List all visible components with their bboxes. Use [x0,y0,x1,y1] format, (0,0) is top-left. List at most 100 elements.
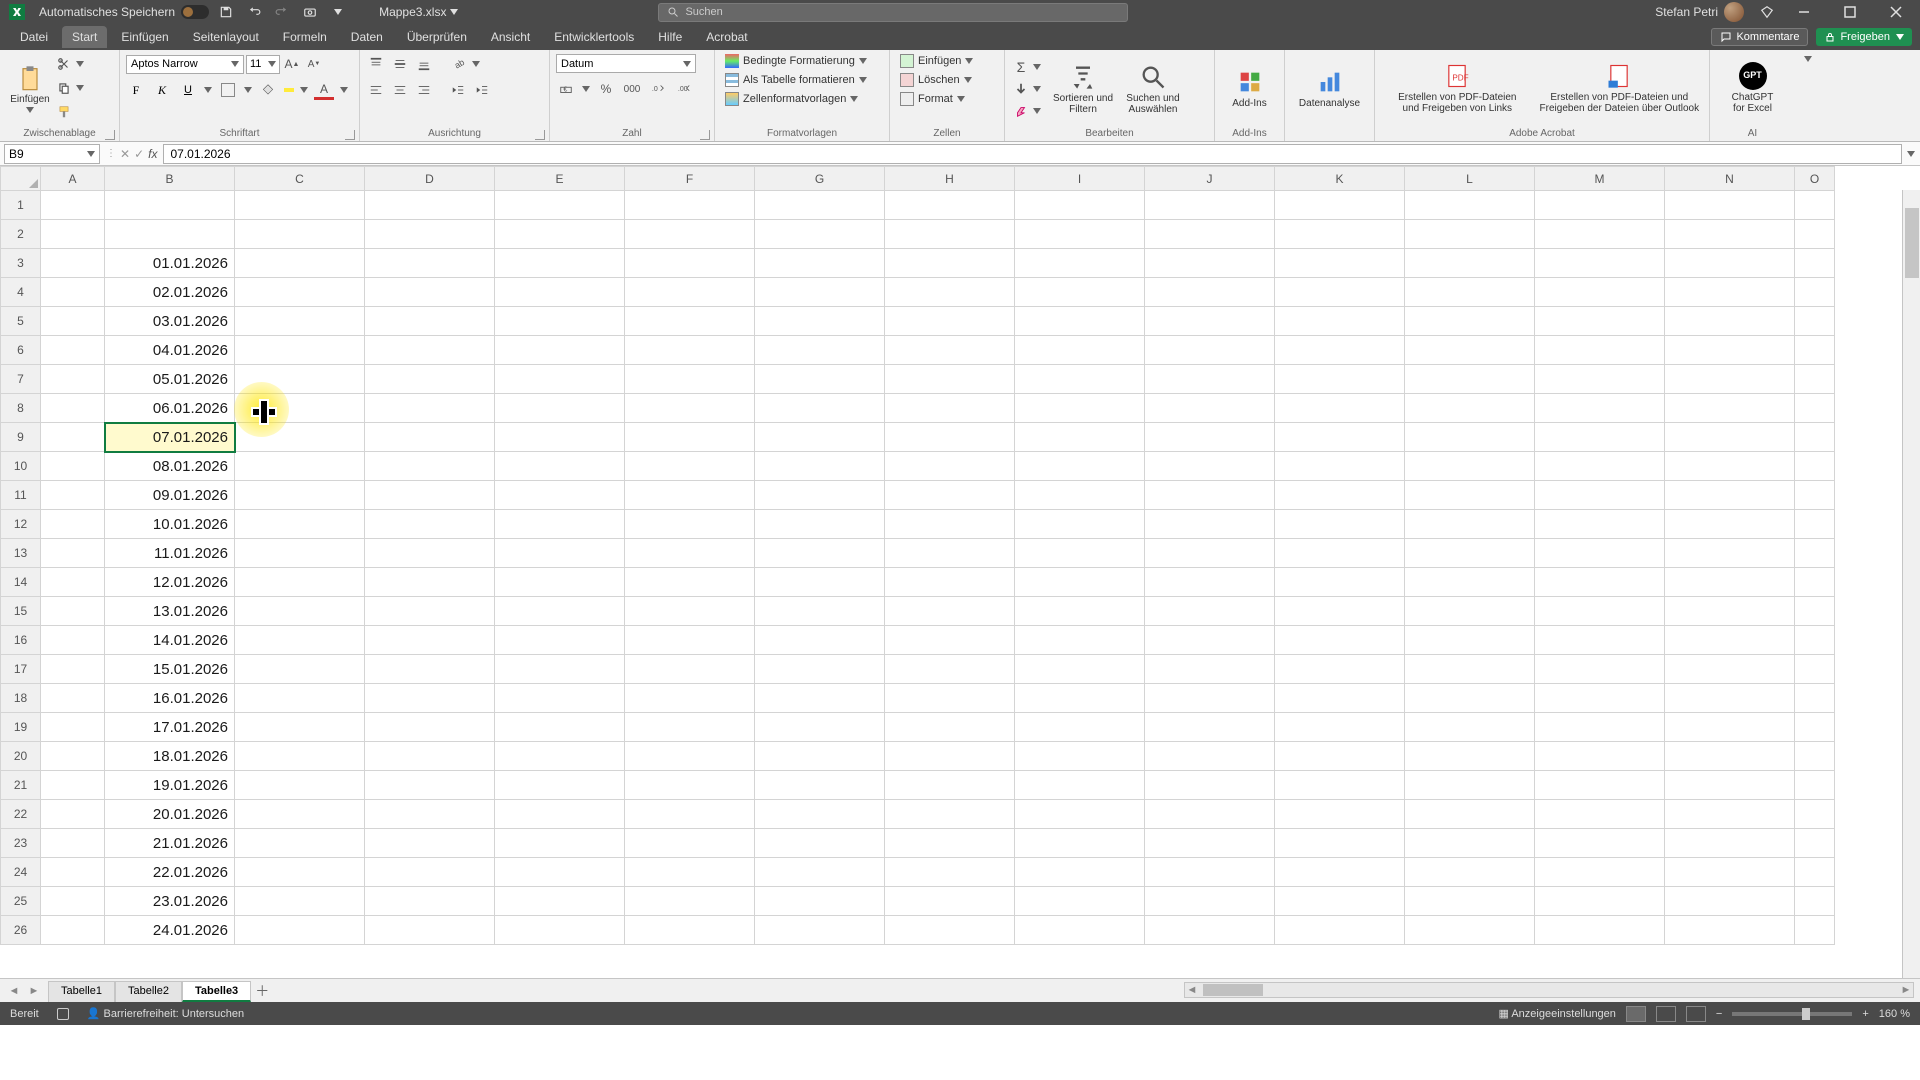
cell-G12[interactable] [755,510,885,539]
cell-C22[interactable] [235,800,365,829]
col-header-D[interactable]: D [365,167,495,191]
cell-A18[interactable] [41,684,105,713]
chevron-down-icon[interactable] [204,87,212,93]
cell-C26[interactable] [235,916,365,945]
cell-partial[interactable] [1795,800,1835,829]
cell-F4[interactable] [625,278,755,307]
row-header-20[interactable]: 20 [1,742,41,771]
cell-partial[interactable] [1795,191,1835,220]
cell-D11[interactable] [365,481,495,510]
cell-H18[interactable] [885,684,1015,713]
cell-N19[interactable] [1665,713,1795,742]
cell-B3[interactable]: 01.01.2026 [105,249,235,278]
cell-B9[interactable]: 07.01.2026 [105,423,235,452]
cell-D3[interactable] [365,249,495,278]
cell-A26[interactable] [41,916,105,945]
cell-K14[interactable] [1275,568,1405,597]
cell-L26[interactable] [1405,916,1535,945]
cell-F22[interactable] [625,800,755,829]
font-size-select[interactable]: 11 [246,55,280,74]
cell-B21[interactable]: 19.01.2026 [105,771,235,800]
insert-cells-button[interactable]: Einfügen [896,52,977,70]
dialog-launcher-icon[interactable] [700,130,710,140]
cell-B10[interactable]: 08.01.2026 [105,452,235,481]
cell-partial[interactable] [1795,655,1835,684]
cell-D16[interactable] [365,626,495,655]
cell-J21[interactable] [1145,771,1275,800]
cell-G1[interactable] [755,191,885,220]
cell-N1[interactable] [1665,191,1795,220]
cell-L2[interactable] [1405,220,1535,249]
format-as-table-button[interactable]: Als Tabelle formatieren [721,71,871,89]
cell-J12[interactable] [1145,510,1275,539]
cell-I12[interactable] [1015,510,1145,539]
align-center-icon[interactable] [390,80,410,100]
format-painter-icon[interactable] [54,102,74,122]
cell-F21[interactable] [625,771,755,800]
tab-formeln[interactable]: Formeln [273,26,337,48]
cell-M6[interactable] [1535,336,1665,365]
sheet-tab-tabelle1[interactable]: Tabelle1 [48,981,115,1002]
cell-G9[interactable] [755,423,885,452]
cell-B23[interactable]: 21.01.2026 [105,829,235,858]
cell-J6[interactable] [1145,336,1275,365]
cell-E21[interactable] [495,771,625,800]
cell-E18[interactable] [495,684,625,713]
cell-L6[interactable] [1405,336,1535,365]
cell-L4[interactable] [1405,278,1535,307]
name-box[interactable]: B9 [4,144,100,164]
cell-K2[interactable] [1275,220,1405,249]
cell-J22[interactable] [1145,800,1275,829]
cell-D23[interactable] [365,829,495,858]
maximize-button[interactable] [1830,0,1870,24]
cell-C19[interactable] [235,713,365,742]
cell-H10[interactable] [885,452,1015,481]
cell-B11[interactable]: 09.01.2026 [105,481,235,510]
cell-I4[interactable] [1015,278,1145,307]
cell-F8[interactable] [625,394,755,423]
copy-icon[interactable] [54,78,74,98]
row-header-13[interactable]: 13 [1,539,41,568]
tab-acrobat[interactable]: Acrobat [696,26,757,48]
cell-K3[interactable] [1275,249,1405,278]
cell-I9[interactable] [1015,423,1145,452]
cell-K18[interactable] [1275,684,1405,713]
cell-L16[interactable] [1405,626,1535,655]
cell-L23[interactable] [1405,829,1535,858]
cell-F2[interactable] [625,220,755,249]
fx-icon[interactable]: fx [148,147,157,161]
cell-partial[interactable] [1795,452,1835,481]
row-header-19[interactable]: 19 [1,713,41,742]
cell-partial[interactable] [1795,539,1835,568]
cell-J8[interactable] [1145,394,1275,423]
row-header-10[interactable]: 10 [1,452,41,481]
orientation-icon[interactable]: ab [448,54,468,74]
row-header-6[interactable]: 6 [1,336,41,365]
cell-N4[interactable] [1665,278,1795,307]
zoom-out-button[interactable]: − [1716,1008,1722,1020]
view-pagebreak-button[interactable] [1686,1006,1706,1022]
cell-E8[interactable] [495,394,625,423]
cell-J2[interactable] [1145,220,1275,249]
cell-E9[interactable] [495,423,625,452]
cell-partial[interactable] [1795,916,1835,945]
cell-D6[interactable] [365,336,495,365]
cell-F17[interactable] [625,655,755,684]
cell-J3[interactable] [1145,249,1275,278]
cell-E24[interactable] [495,858,625,887]
row-header-18[interactable]: 18 [1,684,41,713]
cell-I8[interactable] [1015,394,1145,423]
cell-M2[interactable] [1535,220,1665,249]
cell-D17[interactable] [365,655,495,684]
cell-B4[interactable]: 02.01.2026 [105,278,235,307]
ribbon-collapse-button[interactable] [1795,50,1821,142]
cell-J17[interactable] [1145,655,1275,684]
cell-partial[interactable] [1795,829,1835,858]
cell-A15[interactable] [41,597,105,626]
cell-D8[interactable] [365,394,495,423]
cell-I20[interactable] [1015,742,1145,771]
cell-N11[interactable] [1665,481,1795,510]
cell-I2[interactable] [1015,220,1145,249]
cell-J18[interactable] [1145,684,1275,713]
dialog-launcher-icon[interactable] [105,130,115,140]
